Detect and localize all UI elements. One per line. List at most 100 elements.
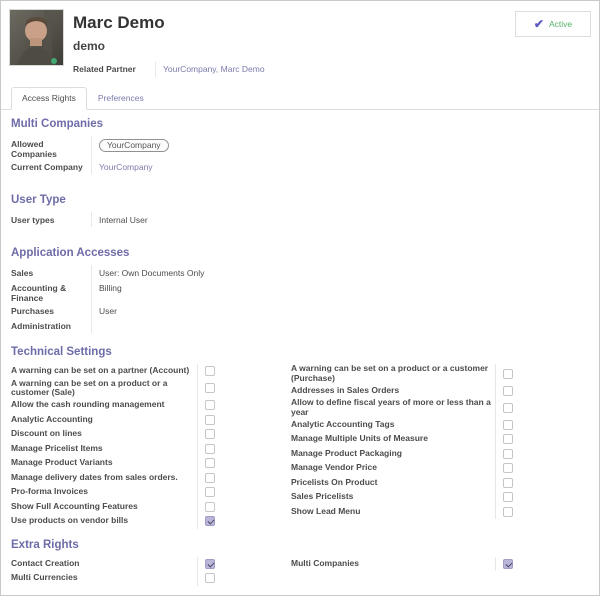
checkbox[interactable] [205,444,215,454]
setting-label: Show Full Accounting Features [11,502,197,512]
checkbox[interactable] [503,449,513,459]
setting-label: Manage delivery dates from sales orders. [11,473,197,483]
field-value[interactable] [91,318,241,333]
page-title: Marc Demo [73,9,591,33]
setting-label: A warning can be set on a product or a c… [11,379,197,399]
related-partner-link[interactable]: YourCompany, Marc Demo [163,64,265,74]
setting-label: Analytic Accounting Tags [291,420,495,430]
setting-row: Manage Vendor Price [291,461,523,476]
checkbox[interactable] [205,516,215,526]
checkbox[interactable] [503,559,513,569]
setting-label: Manage Multiple Units of Measure [291,434,495,444]
section-heading-technical-settings: Technical Settings [11,346,589,358]
field-value[interactable]: Billing [91,280,241,303]
section-heading-multi-companies: Multi Companies [11,118,589,130]
setting-label: Manage Product Packaging [291,449,495,459]
setting-row: Analytic Accounting Tags [291,418,523,433]
checkbox[interactable] [503,478,513,488]
checkbox[interactable] [503,386,513,396]
checkbox[interactable] [205,502,215,512]
setting-label: Use products on vendor bills [11,516,197,526]
checkbox[interactable] [205,366,215,376]
setting-label: Addresses in Sales Orders [291,386,495,396]
setting-row: Pricelists On Product [291,476,523,491]
active-status-label: Active [549,19,572,29]
field-value[interactable]: Internal User [91,212,241,227]
checkbox[interactable] [205,400,215,410]
related-partner-row: Related Partner YourCompany, Marc Demo [73,62,591,77]
tab-access-rights[interactable]: Access Rights [11,87,87,110]
user-avatar[interactable] [9,9,64,66]
setting-row: Manage Pricelist Items [11,442,227,457]
field-label: Allowed Companies [11,136,91,159]
setting-row: Multi Currencies [11,571,227,586]
setting-row: Pro-forma Invoices [11,485,227,500]
section-heading-application-accesses: Application Accesses [11,247,589,259]
field-label: Accounting & Finance [11,280,91,303]
section-heading-extra-rights: Extra Rights [11,539,589,551]
setting-row: Show Lead Menu [291,505,523,520]
checkbox[interactable] [205,383,215,393]
setting-row: Allow the cash rounding management [11,398,227,413]
related-partner-label: Related Partner [73,62,155,77]
current-company-link[interactable]: YourCompany [99,162,153,172]
setting-label: Discount on lines [11,429,197,439]
setting-label: Contact Creation [11,559,197,569]
checkbox[interactable] [205,458,215,468]
checkbox[interactable] [503,463,513,473]
setting-row: Contact Creation [11,557,227,572]
checkbox[interactable] [205,415,215,425]
field-row-sales: Sales User: Own Documents Only [11,265,589,280]
setting-row: Allow to define fiscal years of more or … [291,398,523,418]
setting-row: A warning can be set on a partner (Accou… [11,364,227,379]
setting-row: Manage Multiple Units of Measure [291,432,523,447]
field-value[interactable]: User [91,303,241,318]
field-row-current-company: Current Company YourCompany [11,159,589,174]
user-login: demo [73,39,591,53]
field-row-user-types: User types Internal User [11,212,589,227]
user-form-page: Marc Demo demo Related Partner YourCompa… [0,0,600,596]
setting-label: Allow to define fiscal years of more or … [291,398,495,418]
field-row-allowed-companies: Allowed Companies YourCompany [11,136,589,159]
field-value[interactable]: User: Own Documents Only [91,265,241,280]
related-partner-value: YourCompany, Marc Demo [155,62,315,77]
checkbox[interactable] [503,420,513,430]
field-value: YourCompany [91,159,241,174]
active-status-badge[interactable]: ✔ Active [515,11,591,37]
checkbox[interactable] [205,429,215,439]
setting-row: Sales Pricelists [291,490,523,505]
field-label: Current Company [11,159,91,174]
setting-label: Multi Companies [291,559,495,569]
access-rights-panel: Multi Companies Allowed Companies YourCo… [1,118,599,596]
checkbox[interactable] [503,434,513,444]
field-value: YourCompany [91,136,241,159]
setting-label: Show Lead Menu [291,507,495,517]
setting-label: Pricelists On Product [291,478,495,488]
setting-row: A warning can be set on a product or a c… [291,364,523,384]
checkbox[interactable] [503,369,513,379]
checkbox[interactable] [503,492,513,502]
setting-row: Manage delivery dates from sales orders. [11,471,227,486]
tab-bar: Access Rights Preferences [1,87,599,110]
avatar-photo [10,10,64,66]
checkbox[interactable] [205,473,215,483]
checkbox[interactable] [205,559,215,569]
company-tag[interactable]: YourCompany [99,139,169,152]
checkbox[interactable] [205,487,215,497]
field-label: Sales [11,265,91,280]
setting-label: Manage Vendor Price [291,463,495,473]
setting-row: A warning can be set on a product or a c… [11,379,227,399]
setting-row: Addresses in Sales Orders [291,384,523,399]
field-label: User types [11,212,91,227]
checkbox[interactable] [503,507,513,517]
setting-label: Sales Pricelists [291,492,495,502]
setting-row: Show Full Accounting Features [11,500,227,515]
setting-label: Allow the cash rounding management [11,400,197,410]
setting-label: A warning can be set on a partner (Accou… [11,366,197,376]
field-row-purchases: Purchases User [11,303,589,318]
checkbox[interactable] [503,403,513,413]
setting-label: Manage Product Variants [11,458,197,468]
checkbox[interactable] [205,573,215,583]
field-row-administration: Administration [11,318,589,333]
tab-preferences[interactable]: Preferences [87,87,155,110]
